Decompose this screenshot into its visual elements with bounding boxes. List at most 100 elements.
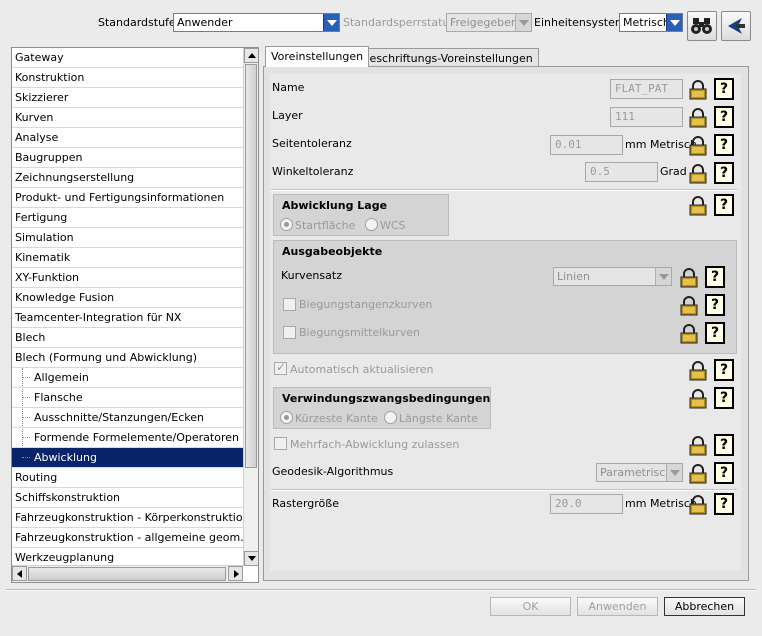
help-icon[interactable]: ? (705, 294, 725, 316)
tree-item-simulation[interactable]: Simulation (12, 228, 243, 248)
lock-status-label: Standardsperrstatus (343, 16, 456, 29)
find-button[interactable] (687, 11, 717, 41)
tree-item-blech-formung[interactable]: Blech (Formung und Abwicklung) (12, 348, 243, 368)
tree-item-pmi[interactable]: Produkt- und Fertigungsinformationen (12, 188, 243, 208)
tree-item-schiffskonstruktion[interactable]: Schiffskonstruktion (12, 488, 243, 508)
scroll-down-icon[interactable] (244, 551, 258, 566)
help-icon[interactable]: ? (714, 194, 734, 216)
lock-icon[interactable] (678, 267, 700, 289)
tree-item-fahrzeug-allgemein[interactable]: Fahrzeugkonstruktion - allgemeine geom. (12, 528, 243, 548)
multi-flat-checkbox[interactable] (274, 437, 287, 450)
name-field[interactable]: FLAT_PAT (610, 79, 683, 99)
bend-center-checkbox[interactable] (283, 326, 296, 339)
lock-icon[interactable] (687, 388, 709, 410)
flat-position-wcs-label: WCS (380, 219, 406, 232)
lock-icon[interactable] (687, 463, 709, 485)
chevron-down-icon[interactable] (666, 14, 682, 31)
scroll-thumb[interactable] (245, 64, 257, 468)
scroll-left-icon[interactable] (12, 566, 27, 581)
tree-item-kurven[interactable]: Kurven (12, 108, 243, 128)
tree-item-ausschnitte[interactable]: Ausschnitte/Stanzungen/Ecken (12, 408, 243, 428)
curve-set-value: Linien (557, 270, 590, 283)
curve-set-select[interactable]: Linien (553, 267, 672, 286)
tree-item-baugruppen[interactable]: Baugruppen (12, 148, 243, 168)
tree-item-allgemein[interactable]: Allgemein (12, 368, 243, 388)
help-icon[interactable]: ? (714, 493, 734, 515)
chevron-down-icon[interactable] (655, 268, 671, 285)
lock-icon[interactable] (687, 135, 709, 157)
scroll-right-icon[interactable] (228, 566, 243, 581)
help-icon[interactable]: ? (714, 78, 734, 100)
help-icon[interactable]: ? (705, 266, 725, 288)
side-tolerance-label: Seitentoleranz (272, 137, 352, 150)
help-icon[interactable]: ? (714, 387, 734, 409)
lock-icon[interactable] (678, 295, 700, 317)
lock-icon[interactable] (687, 79, 709, 101)
unit-system-select[interactable]: Metrisch (619, 13, 683, 32)
cancel-button[interactable]: Abbrechen (664, 597, 745, 616)
lock-icon[interactable] (678, 323, 700, 345)
standard-level-select[interactable]: Anwender (173, 13, 340, 32)
ok-button[interactable]: OK (490, 597, 571, 616)
tree-horizontal-scrollbar[interactable] (12, 565, 243, 582)
flat-position-startface-radio[interactable] (280, 218, 293, 231)
chevron-down-icon[interactable] (666, 464, 682, 481)
tree-item-xy-funktion[interactable]: XY-Funktion (12, 268, 243, 288)
tree-item-fahrzeug-koerper[interactable]: Fahrzeugkonstruktion - Körperkonstruktio… (12, 508, 243, 528)
category-tree[interactable]: Gateway Konstruktion Skizzierer Kurven A… (11, 47, 259, 583)
bend-tangent-checkbox[interactable] (283, 298, 296, 311)
tree-item-gateway[interactable]: Gateway (12, 48, 243, 68)
tree-item-knowledge-fusion[interactable]: Knowledge Fusion (12, 288, 243, 308)
warp-longest-radio[interactable] (384, 411, 397, 424)
lock-icon[interactable] (687, 435, 709, 457)
lock-icon[interactable] (687, 360, 709, 382)
tree-item-fertigung[interactable]: Fertigung (12, 208, 243, 228)
lock-icon[interactable] (687, 163, 709, 185)
scroll-thumb[interactable] (28, 567, 226, 581)
help-icon[interactable]: ? (714, 134, 734, 156)
reset-button[interactable] (721, 11, 751, 41)
tree-item-abwicklung[interactable]: Abwicklung (12, 448, 243, 468)
lock-icon[interactable] (687, 494, 709, 516)
tree-item-flansche[interactable]: Flansche (12, 388, 243, 408)
chevron-down-icon[interactable] (515, 14, 531, 31)
tree-item-formende-formelemente[interactable]: Formende Formelemente/Operatoren (12, 428, 243, 448)
tree-item-analyse[interactable]: Analyse (12, 128, 243, 148)
angle-tolerance-field[interactable]: 0.5 (585, 162, 658, 182)
layer-field[interactable]: 111 (610, 107, 683, 127)
side-tolerance-field[interactable]: 0.01 (550, 135, 623, 155)
grid-size-field[interactable]: 20.0 (550, 494, 623, 514)
scroll-up-icon[interactable] (244, 48, 258, 63)
tree-item-blech[interactable]: Blech (12, 328, 243, 348)
tree-item-kinematik[interactable]: Kinematik (12, 248, 243, 268)
tree-item-routing[interactable]: Routing (12, 468, 243, 488)
help-icon[interactable]: ? (714, 106, 734, 128)
tree-item-teamcenter[interactable]: Teamcenter-Integration für NX (12, 308, 243, 328)
tab-voreinstellungen[interactable]: Voreinstellungen (265, 46, 370, 67)
apply-button[interactable]: Anwenden (577, 597, 658, 616)
lock-icon[interactable] (687, 195, 709, 217)
auto-update-checkbox[interactable] (274, 360, 287, 375)
name-label: Name (272, 81, 305, 94)
lock-icon[interactable] (687, 107, 709, 129)
tree-item-zeichnungserstellung[interactable]: Zeichnungserstellung (12, 168, 243, 188)
help-icon[interactable]: ? (714, 359, 734, 381)
warp-longest-label: Längste Kante (399, 412, 478, 425)
tree-vertical-scrollbar[interactable] (243, 48, 258, 566)
flat-position-wcs-radio[interactable] (365, 218, 378, 231)
help-icon[interactable]: ? (705, 322, 725, 344)
chevron-down-icon[interactable] (323, 14, 339, 31)
help-icon[interactable]: ? (714, 462, 734, 484)
help-icon[interactable]: ? (714, 434, 734, 456)
binoculars-icon (691, 18, 712, 34)
pointer-arrow-icon (728, 18, 745, 34)
layer-label: Layer (272, 109, 303, 122)
lock-status-select[interactable]: Freigegeben (446, 13, 532, 32)
help-icon[interactable]: ? (714, 162, 734, 184)
warp-constraints-title: Verwindungszwangsbedingungen (282, 392, 491, 405)
tab-beschriftungs-voreinstellungen[interactable]: Beschriftungs-Voreinstellungen (356, 48, 539, 68)
tree-item-skizzierer[interactable]: Skizzierer (12, 88, 243, 108)
tree-item-konstruktion[interactable]: Konstruktion (12, 68, 243, 88)
geodesic-select[interactable]: Parametrisch (596, 463, 683, 482)
warp-shortest-radio[interactable] (280, 411, 293, 424)
